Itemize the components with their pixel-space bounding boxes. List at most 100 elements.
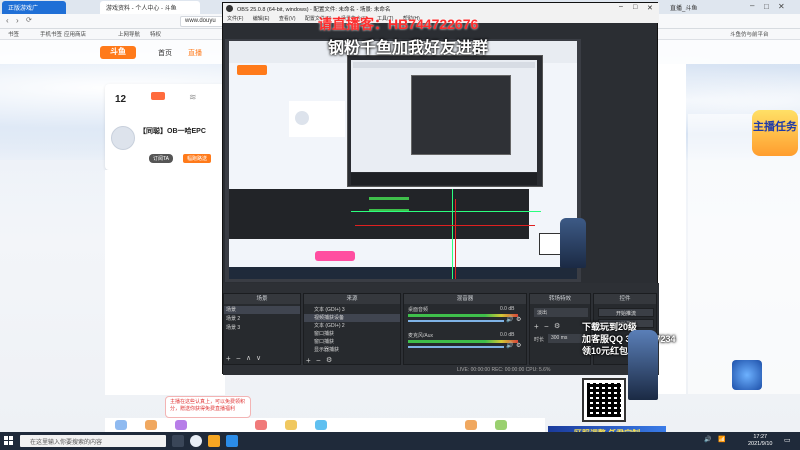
nested-promo — [315, 251, 355, 261]
mixer-channel-name: 桌面音频 — [408, 307, 429, 313]
obs-preview[interactable] — [225, 39, 581, 282]
overlay-white-text: 钢粉千鱼加我好友进群 — [328, 40, 489, 57]
notification-icon[interactable]: ▭ — [784, 436, 791, 444]
maximize-icon[interactable]: □ — [764, 2, 769, 11]
close-icon[interactable]: ✕ — [647, 4, 653, 12]
bookmark-item[interactable]: 应用商店 — [64, 30, 86, 38]
forward-icon[interactable]: › — [16, 16, 19, 25]
bookmark-item[interactable]: 上网导航 — [118, 30, 140, 38]
menu-view[interactable]: 查看(V) — [279, 16, 296, 22]
gear-icon[interactable]: ⚙ — [554, 322, 560, 330]
task-badge[interactable]: 主播任务 — [752, 110, 798, 156]
speaker-icon[interactable]: 🔊 — [506, 342, 513, 349]
side-panel — [688, 114, 800, 394]
clock-date: 2021/9/10 — [748, 441, 773, 447]
character-figure — [560, 218, 586, 268]
nav-home[interactable]: 首页 — [158, 48, 172, 58]
gift-icon[interactable] — [315, 420, 327, 430]
scene-item[interactable]: 场景 — [224, 306, 300, 314]
add-icon[interactable]: + — [534, 322, 539, 331]
guild-icon — [732, 360, 762, 390]
nested-obs-capture-2 — [411, 75, 511, 155]
nested-meter — [369, 197, 409, 200]
mixer-db: 0.0 dB — [500, 306, 515, 312]
qr-pattern — [587, 383, 621, 417]
volume-slider[interactable] — [408, 346, 504, 348]
dock-title: 来源 — [304, 294, 400, 304]
source-item[interactable]: 视频捕获设备 — [304, 314, 400, 322]
nav-live[interactable]: 直播 — [188, 48, 202, 58]
wave-icon: ≋ — [189, 92, 197, 102]
source-item[interactable]: 窗口捕获 — [304, 330, 400, 338]
transition-select[interactable]: 淡出 — [534, 308, 588, 317]
add-icon[interactable]: + — [306, 356, 311, 365]
source-item[interactable]: 窗口捕获 — [304, 338, 400, 346]
network-icon[interactable]: 📶 — [718, 436, 725, 443]
gear-icon[interactable]: ⚙ — [516, 316, 521, 323]
search-placeholder: 在这里输入你要搜索的内容 — [30, 440, 103, 446]
minimize-icon[interactable]: – — [750, 1, 754, 10]
qr-code — [582, 378, 626, 422]
gift-icon[interactable] — [115, 420, 127, 430]
menu-edit[interactable]: 编辑(E) — [253, 16, 270, 22]
task-view-icon[interactable] — [172, 435, 184, 447]
speaker-icon[interactable]: 🔊 — [506, 316, 513, 323]
windows-start-icon[interactable] — [4, 436, 14, 446]
gift-icon[interactable] — [285, 420, 297, 430]
obs-titlebar: OBS 25.0.8 (64-bit, windows) - 配置文件: 未命名… — [223, 3, 659, 14]
close-icon[interactable]: ✕ — [778, 2, 785, 11]
scenes-dock: 场景 场景 场景 2 场景 3 + − ∧ ∨ — [223, 293, 301, 365]
follow-button[interactable]: 订阅TA — [149, 154, 173, 163]
settings-icon[interactable]: ⚙ — [326, 356, 332, 364]
menu-file[interactable]: 文件(F) — [227, 16, 243, 22]
browser-taskbar-icon[interactable] — [226, 435, 238, 447]
remove-icon[interactable]: − — [316, 356, 321, 365]
add-icon[interactable]: + — [226, 354, 231, 363]
bookmark-item[interactable]: 手机书签 — [40, 30, 62, 38]
minimize-icon[interactable]: – — [619, 3, 623, 10]
source-item[interactable]: 文本 (GDI+) 2 — [304, 322, 400, 330]
move-down-icon[interactable]: ∨ — [256, 354, 261, 362]
promo-box[interactable]: 主播在这些认真上，可以免费领积分，赠送你获得免费直播福利 — [165, 396, 251, 418]
nested-obs-capture — [347, 55, 543, 187]
folder-icon[interactable] — [208, 435, 220, 447]
avatar[interactable] — [111, 126, 135, 150]
speaker-icon[interactable]: 🔊 — [704, 436, 711, 443]
obs-taskbar-icon[interactable] — [190, 435, 202, 447]
refresh-icon[interactable]: ⟳ — [26, 16, 32, 24]
tab-label: 直播_斗鱼 — [670, 6, 698, 12]
gift-icon[interactable] — [175, 420, 187, 430]
remove-icon[interactable]: − — [236, 354, 241, 363]
back-icon[interactable]: ‹ — [6, 16, 9, 25]
gift-icon[interactable] — [495, 420, 507, 430]
maximize-icon[interactable]: □ — [633, 4, 637, 11]
obs-logo-icon — [226, 5, 233, 12]
source-item[interactable]: 文本 (GDI+) 3 — [304, 306, 400, 314]
volume-slider[interactable] — [408, 320, 504, 322]
sources-dock: 来源 文本 (GDI+) 3 视频捕获设备 文本 (GDI+) 2 窗口捕获 窗… — [303, 293, 401, 365]
taskbar-clock[interactable]: 17:27 2021/9/10 — [748, 434, 772, 448]
dock-title: 混音器 — [404, 294, 526, 304]
gear-icon[interactable]: ⚙ — [516, 342, 521, 349]
browser-tab[interactable]: 正版游戏广 — [2, 1, 66, 14]
move-up-icon[interactable]: ∧ — [246, 354, 251, 362]
scene-item[interactable]: 场景 2 — [224, 315, 300, 323]
remove-icon[interactable]: − — [544, 322, 549, 331]
browser-tab[interactable]: 直播_斗鱼 — [664, 1, 734, 14]
start-streaming-button[interactable]: 开始推流 — [598, 308, 654, 317]
browser-tab[interactable]: 游戏资料 - 个人中心 - 斗鱼 — [100, 1, 200, 14]
bookmark-item[interactable]: 书签 — [8, 30, 19, 38]
source-item[interactable]: 显示器捕获 — [304, 346, 400, 354]
tag-button[interactable]: 幅跑路送 — [183, 154, 211, 163]
bookmark-item[interactable]: 特权 — [150, 30, 161, 38]
bookmark-item[interactable]: 斗鱼仿与前平台 — [730, 30, 769, 38]
taskbar-search[interactable]: 在这里输入你要搜索的内容 — [20, 435, 166, 447]
tab-label: 正版游戏广 — [8, 6, 39, 12]
gift-icon[interactable] — [465, 420, 477, 430]
site-logo[interactable]: 斗鱼 — [100, 46, 136, 59]
mixer-channel-name: 麦克风/Aux — [408, 333, 434, 339]
gift-icon[interactable] — [255, 420, 267, 430]
mixer-dock: 混音器 桌面音频 0.0 dB 🔊 ⚙ 麦克风/Aux 0.0 dB 🔊 ⚙ — [403, 293, 527, 365]
scene-item[interactable]: 场景 3 — [224, 324, 300, 332]
gift-icon[interactable] — [145, 420, 157, 430]
